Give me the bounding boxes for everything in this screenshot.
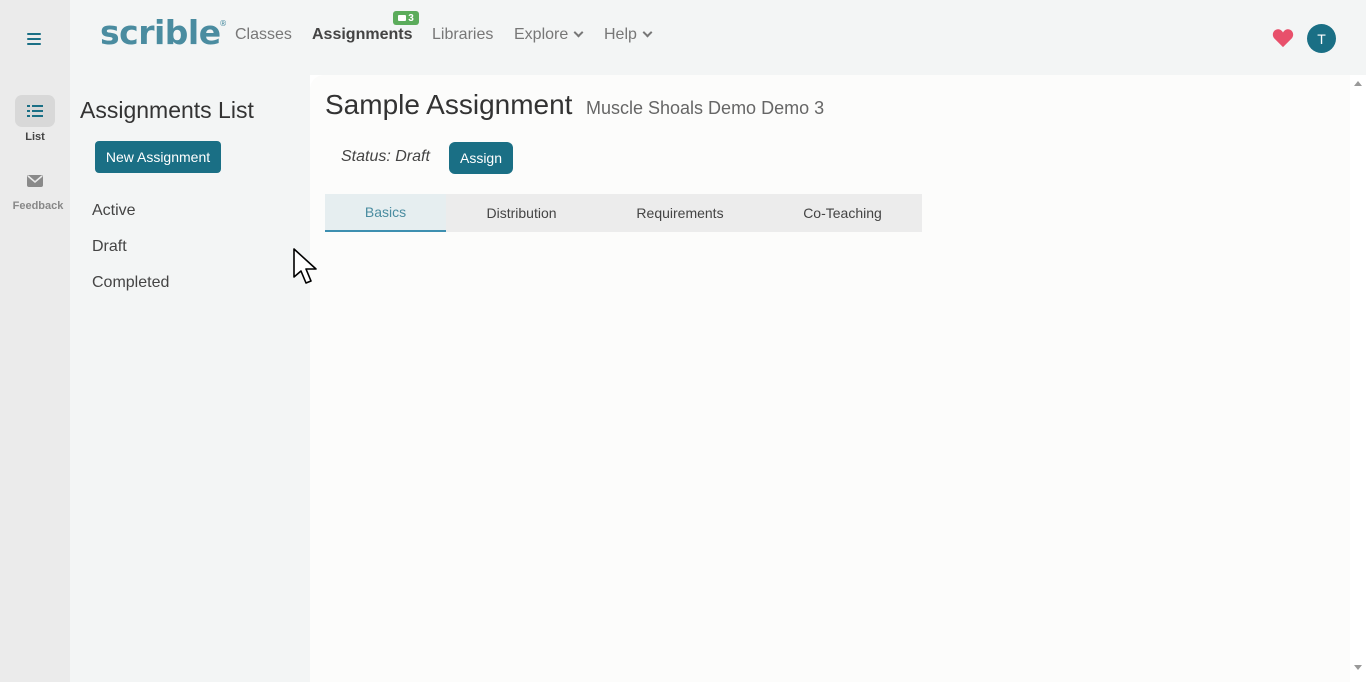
top-nav-bar: scrible ® Classes 3 Assignments Libraries…	[70, 0, 1366, 75]
status-label: Status: Draft	[341, 148, 430, 165]
rail-item-feedback[interactable]: Feedback	[0, 165, 70, 212]
assignment-detail: Sample Assignment Muscle Shoals Demo Dem…	[310, 75, 1350, 682]
tab-distribution[interactable]: Distribution	[446, 194, 597, 232]
filter-active[interactable]: Active	[92, 202, 136, 220]
scroll-up-arrow-icon[interactable]	[1354, 81, 1362, 86]
filter-completed[interactable]: Completed	[92, 274, 169, 292]
assign-button[interactable]: Assign	[449, 142, 513, 174]
logo-text: scrible	[100, 13, 221, 52]
assignments-list-title: Assignments List	[80, 97, 254, 123]
rail-label-list: List	[25, 131, 45, 143]
nav-explore[interactable]: Explore	[514, 26, 584, 44]
envelope-icon	[15, 165, 55, 197]
new-assignment-button[interactable]: New Assignment	[95, 141, 221, 173]
chevron-down-icon	[642, 27, 653, 38]
nav-classes[interactable]: Classes	[235, 26, 292, 44]
tab-requirements[interactable]: Requirements	[597, 194, 763, 232]
left-rail: List Feedback	[0, 0, 70, 682]
mouse-cursor-icon	[293, 248, 317, 284]
rail-item-list[interactable]: List	[0, 95, 70, 143]
assignments-badge-count: 3	[408, 12, 414, 24]
tab-co-teaching[interactable]: Co-Teaching	[763, 194, 922, 232]
scrible-logo[interactable]: scrible ®	[100, 13, 227, 52]
envelope-small-icon	[398, 15, 407, 21]
registered-mark: ®	[219, 19, 227, 28]
assignments-list-panel: Assignments List New Assignment Active D…	[70, 75, 310, 682]
nav-explore-label: Explore	[514, 26, 569, 43]
vertical-scrollbar[interactable]	[1350, 75, 1366, 682]
user-avatar[interactable]: T	[1307, 24, 1336, 53]
rail-label-feedback: Feedback	[12, 200, 64, 212]
assignment-tabs: Basics Distribution Requirements Co-Teac…	[325, 194, 922, 232]
heart-icon[interactable]	[1272, 28, 1294, 48]
assignment-title: Sample Assignment	[325, 89, 573, 120]
tab-basics[interactable]: Basics	[325, 194, 446, 232]
nav-assignments[interactable]: Assignments	[312, 26, 412, 44]
hamburger-menu-icon[interactable]	[27, 32, 43, 46]
assignment-class-name: Muscle Shoals Demo Demo 3	[586, 98, 825, 118]
scroll-down-arrow-icon[interactable]	[1354, 665, 1362, 670]
nav-help[interactable]: Help	[604, 26, 653, 44]
nav-libraries[interactable]: Libraries	[432, 26, 493, 44]
assignments-badge: 3	[393, 11, 419, 25]
chevron-down-icon	[573, 27, 584, 38]
nav-help-label: Help	[604, 26, 637, 43]
list-icon	[15, 95, 55, 127]
filter-draft[interactable]: Draft	[92, 238, 127, 256]
